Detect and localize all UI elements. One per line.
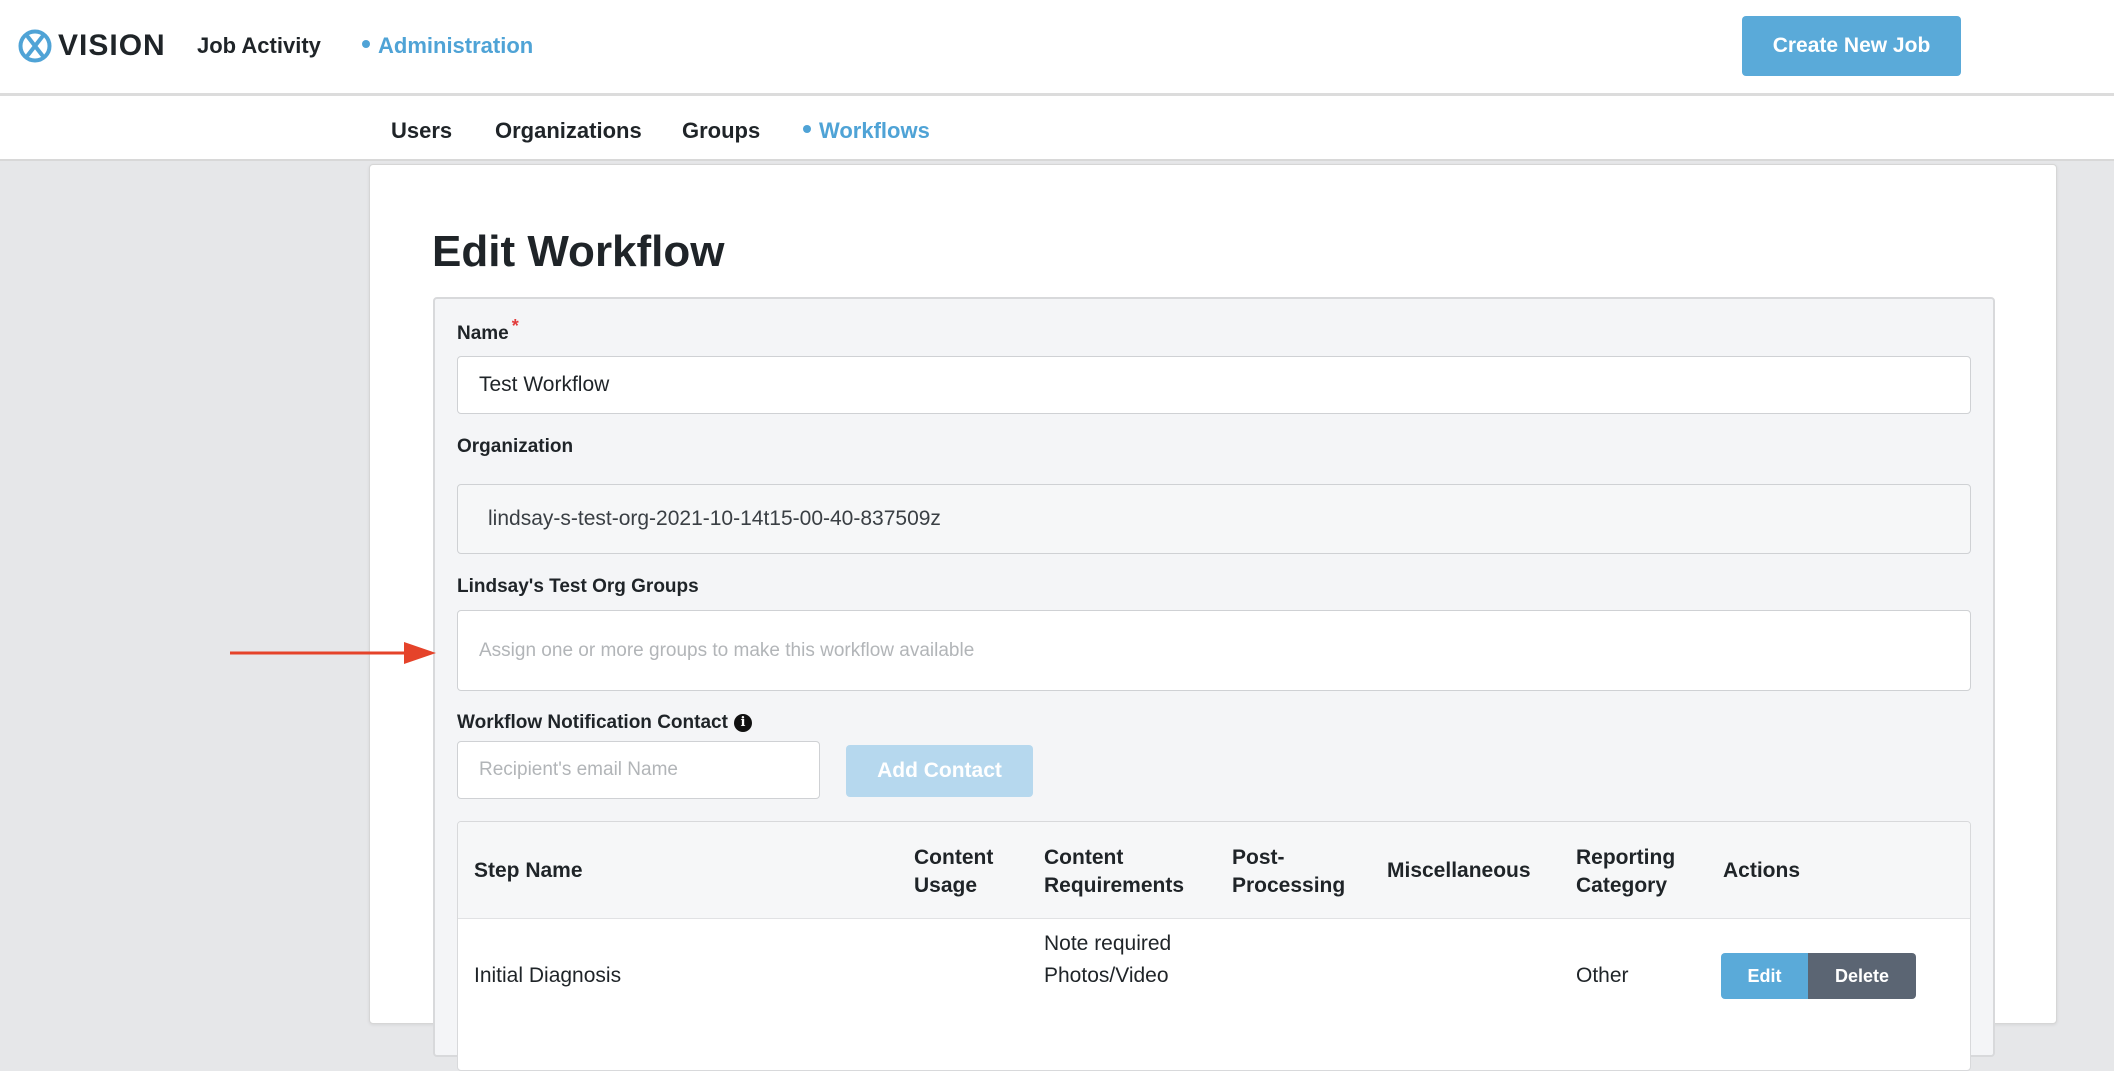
active-dot-icon [362,40,370,49]
vision-logo[interactable]: VISION [18,28,166,64]
organization-value: lindsay-s-test-org-2021-10-14t15-00-40-8… [488,507,941,530]
notification-contact-label-text: Workflow Notification Contact [457,712,728,733]
subnav-workflows[interactable]: Workflows [803,118,930,144]
vision-x-logo-icon [18,29,52,63]
organization-label: Organization [457,436,574,457]
content-requirements-cell-line1: Note required [1044,932,1172,955]
name-input-value: Test Workflow [479,373,610,396]
add-contact-button[interactable]: Add Contact [846,745,1033,797]
subnav-users[interactable]: Users [391,118,452,144]
reporting-category-cell: Other [1576,964,1629,987]
step-name-cell: Initial Diagnosis [474,964,622,987]
edit-step-button[interactable]: Edit [1721,953,1808,999]
name-label-text: Name [457,323,509,344]
groups-placeholder: Assign one or more groups to make this w… [479,639,975,661]
organization-field: lindsay-s-test-org-2021-10-14t15-00-40-8… [457,484,1971,554]
groups-multiselect[interactable]: Assign one or more groups to make this w… [457,610,1971,691]
column-header-miscellaneous: Miscellaneous [1387,859,1531,882]
subnav-groups[interactable]: Groups [682,118,760,144]
active-dot-icon [803,125,811,134]
table-header: Step Name Content Usage Content Requirem… [458,822,1970,919]
column-header-reporting-category: Reporting Category [1576,846,1676,897]
workflow-steps-table: Step Name Content Usage Content Requirem… [457,821,1971,1071]
page-title: Edit Workflow [432,227,725,276]
name-input[interactable]: Test Workflow [457,356,1971,414]
column-header-actions: Actions [1723,859,1801,882]
required-mark: * [511,316,519,336]
content-requirements-cell-line2: Photos/Video [1044,964,1169,987]
nav-job-activity[interactable]: Job Activity [197,33,321,59]
column-header-step-name: Step Name [474,859,583,882]
red-arrow-annotation-icon [230,642,436,664]
nav-administration-label: Administration [378,33,534,58]
nav-administration[interactable]: Administration [362,33,533,59]
admin-subnav: Users Organizations Groups Workflows [0,96,2114,161]
info-icon[interactable]: i [733,714,752,732]
recipient-email-placeholder: Recipient's email Name [479,759,678,780]
notification-contact-label: Workflow Notification Contact i [457,712,752,734]
groups-label: Lindsay's Test Org Groups [457,576,699,597]
delete-step-button[interactable]: Delete [1808,953,1916,999]
create-new-job-button[interactable]: Create New Job [1742,16,1961,76]
logo-text: VISION [58,29,166,62]
subnav-workflows-label: Workflows [819,118,930,143]
recipient-email-input[interactable]: Recipient's email Name [457,741,820,799]
workflow-form: Name * Test Workflow Organization lindsay… [433,297,1995,1071]
column-header-content-usage: Content Usage [914,846,994,897]
column-header-post-processing: Post- Processing [1232,846,1346,897]
column-header-content-requirements: Content Requirements [1044,846,1185,897]
edit-workflow-card: Edit Workflow Name * Test Workflow Organi… [369,164,2057,1071]
top-header: VISION Job Activity Administration Creat… [0,0,2114,96]
subnav-organizations[interactable]: Organizations [495,118,642,144]
name-label: Name * [457,316,519,345]
